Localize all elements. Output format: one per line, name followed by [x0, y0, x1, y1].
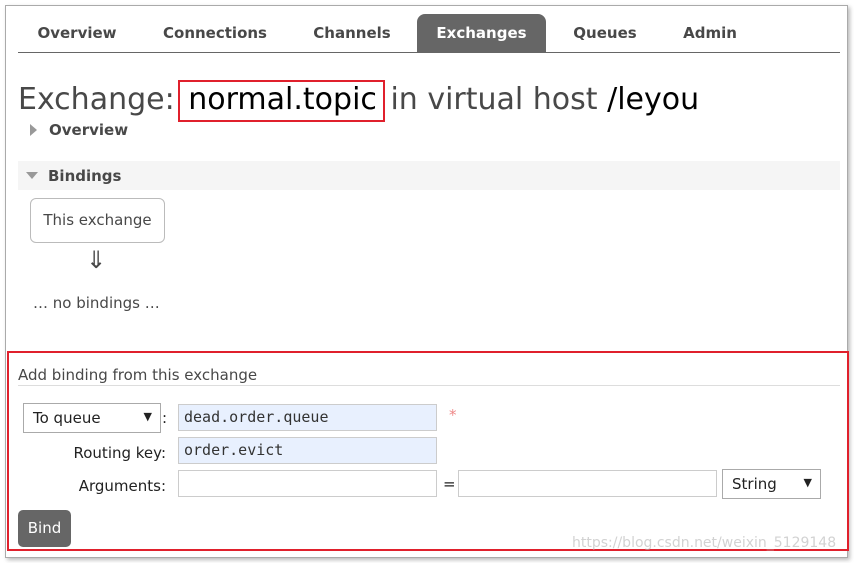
colon-label: : — [162, 409, 168, 427]
arguments-label: Arguments: — [78, 477, 166, 495]
argument-value-input[interactable] — [458, 470, 717, 497]
tab-channels[interactable]: Channels — [298, 14, 406, 52]
no-bindings-text: … no bindings … — [33, 294, 160, 312]
tab-connections[interactable]: Connections — [148, 14, 282, 52]
add-binding-heading: Add binding from this exchange — [18, 366, 258, 384]
tab-exchanges[interactable]: Exchanges — [417, 14, 546, 52]
destination-type-select[interactable]: To queue ▼ — [23, 403, 161, 433]
tab-overview[interactable]: Overview — [18, 14, 136, 52]
down-arrow-icon: ⇓ — [86, 246, 107, 274]
vhost-name: /leyou — [607, 82, 700, 117]
watermark: https://blog.csdn.net/weixin_5129148 — [572, 535, 837, 551]
main-nav: Overview Connections Channels Exchanges … — [18, 14, 840, 53]
destination-input[interactable]: dead.order.queue — [178, 404, 437, 431]
dropdown-arrow-icon: ▼ — [143, 410, 152, 423]
collapsed-triangle-icon — [30, 124, 37, 136]
argument-key-input[interactable] — [178, 470, 437, 497]
equals-sign: = — [443, 475, 456, 493]
divider — [18, 385, 840, 386]
destination-type-value: To queue — [33, 409, 101, 427]
section-overview-label: Overview — [49, 121, 129, 139]
expanded-triangle-icon — [26, 172, 38, 179]
section-overview-toggle[interactable]: Overview — [30, 121, 128, 139]
argument-type-value: String — [732, 475, 777, 493]
tab-queues[interactable]: Queues — [558, 14, 652, 52]
routing-key-label: Routing key: — [73, 444, 167, 462]
title-middle: in virtual host — [390, 82, 598, 117]
argument-type-select[interactable]: String ▼ — [722, 469, 821, 499]
title-prefix: Exchange: — [18, 82, 175, 117]
section-bindings-label: Bindings — [48, 167, 122, 185]
tab-admin[interactable]: Admin — [668, 14, 752, 52]
required-asterisk: * — [449, 406, 457, 424]
this-exchange-box: This exchange — [30, 198, 165, 243]
bind-button[interactable]: Bind — [18, 510, 71, 547]
dropdown-arrow-icon: ▼ — [803, 476, 812, 489]
highlight-box-exchange-name — [178, 80, 385, 122]
routing-key-input[interactable]: order.evict — [178, 437, 437, 464]
section-bindings-header[interactable]: Bindings — [18, 161, 840, 190]
